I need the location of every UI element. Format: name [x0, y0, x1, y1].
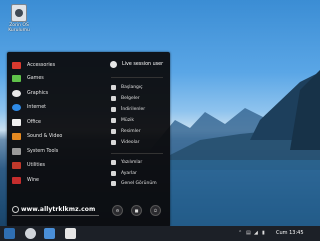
category-label: Wine	[27, 177, 39, 183]
category-office[interactable]: Office	[12, 116, 41, 128]
games-icon	[12, 74, 21, 82]
search-icon	[12, 206, 19, 213]
drive-icon	[11, 4, 27, 22]
taskbar: ⌃ ▤ ◢ ▮ Cum 13:45	[0, 226, 320, 241]
place-label: Resimler	[121, 129, 141, 134]
office-icon	[12, 118, 21, 126]
arrow-up-icon[interactable]: ⌃	[238, 230, 242, 236]
category-label: Internet	[27, 104, 47, 110]
user-entry[interactable]: Live session user	[110, 61, 163, 68]
place-videos[interactable]: Videolar	[111, 138, 139, 147]
category-label: Office	[27, 119, 42, 125]
home-icon	[111, 85, 116, 90]
utilities-icon	[12, 161, 21, 169]
divider	[111, 77, 163, 78]
place-label: İndirilenler	[121, 107, 146, 112]
place-label: Belgeler	[121, 96, 140, 101]
appearance-icon	[111, 181, 116, 186]
lock-button[interactable]: ■	[131, 205, 142, 216]
system-label: Genel Görünüm	[121, 181, 157, 186]
category-label: System Tools	[27, 148, 59, 154]
category-accessories[interactable]: Accessories	[12, 59, 55, 71]
place-label: Videolar	[121, 140, 140, 145]
category-graphics[interactable]: Graphics	[12, 87, 48, 99]
category-wine[interactable]: Wine	[12, 174, 39, 186]
start-menu-button[interactable]	[4, 228, 15, 239]
volume-icon[interactable]: ◢	[254, 230, 258, 236]
desktop-icon-label: Zorin OS Kurulumu	[8, 23, 30, 33]
battery-icon[interactable]: ▮	[262, 230, 265, 236]
system-settings[interactable]: Ayarlar	[111, 169, 137, 178]
gear-icon	[111, 171, 116, 176]
category-utilities[interactable]: Utilities	[12, 159, 45, 171]
power-icon: ⏻	[153, 208, 158, 213]
software-store-icon[interactable]	[65, 228, 76, 239]
network-icon[interactable]: ▤	[246, 230, 251, 236]
pictures-icon	[111, 129, 116, 134]
search-text: www.allytrklkmz.com	[21, 206, 96, 213]
user-avatar-icon	[110, 61, 117, 68]
category-label: Graphics	[27, 90, 49, 96]
videos-icon	[111, 140, 116, 145]
category-sound-video[interactable]: Sound & Video	[12, 130, 62, 142]
place-documents[interactable]: Belgeler	[111, 94, 140, 103]
category-label: Accessories	[27, 62, 56, 68]
app-menu: Accessories Games Graphics Internet Offi…	[7, 52, 170, 227]
category-games[interactable]: Games	[12, 72, 44, 84]
place-home[interactable]: Başlangıç	[111, 83, 143, 92]
software-icon	[111, 160, 116, 165]
place-label: Başlangıç	[121, 85, 143, 90]
internet-icon	[12, 103, 21, 111]
settings-icon: ⚙	[115, 208, 120, 213]
files-icon[interactable]	[44, 228, 55, 239]
user-name: Live session user	[122, 62, 164, 67]
system-software[interactable]: Yazılımlar	[111, 158, 142, 167]
music-icon	[111, 118, 116, 123]
category-label: Utilities	[27, 162, 46, 168]
category-internet[interactable]: Internet	[12, 101, 46, 113]
category-system-tools[interactable]: System Tools	[12, 145, 58, 157]
place-music[interactable]: Müzik	[111, 116, 134, 125]
desktop-icon-install[interactable]: Zorin OS Kurulumu	[6, 4, 32, 33]
documents-icon	[111, 96, 116, 101]
accessories-icon	[12, 61, 21, 69]
clock[interactable]: Cum 13:45	[276, 230, 304, 236]
lock-icon: ■	[134, 208, 139, 213]
wine-icon	[12, 176, 21, 184]
search-input[interactable]: www.allytrklkmz.com	[12, 204, 99, 216]
system-appearance[interactable]: Genel Görünüm	[111, 179, 157, 188]
graphics-icon	[12, 89, 21, 97]
system-tools-icon	[12, 147, 21, 155]
system-label: Ayarlar	[121, 171, 137, 176]
desktop: Zorin OS Kurulumu Accessories Games Grap…	[0, 0, 320, 241]
category-label: Sound & Video	[27, 133, 63, 139]
divider	[111, 153, 163, 154]
downloads-icon	[111, 107, 116, 112]
category-label: Games	[27, 75, 44, 81]
place-label: Müzik	[121, 118, 134, 123]
power-button[interactable]: ⏻	[150, 205, 161, 216]
place-downloads[interactable]: İndirilenler	[111, 105, 145, 114]
place-pictures[interactable]: Resimler	[111, 127, 141, 136]
sound-video-icon	[12, 132, 21, 140]
system-label: Yazılımlar	[121, 160, 143, 165]
browser-icon[interactable]	[25, 228, 36, 239]
settings-button[interactable]: ⚙	[112, 205, 123, 216]
